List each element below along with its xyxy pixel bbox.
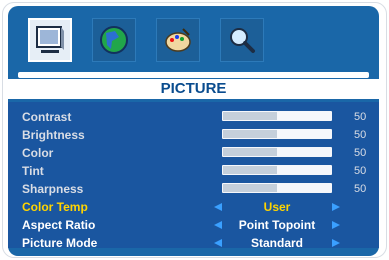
arrow-left-icon[interactable]: [214, 239, 222, 247]
slider-fill: [223, 130, 277, 138]
tab-picture[interactable]: [28, 18, 72, 62]
setting-value: 50: [354, 165, 367, 177]
osd-panel: PICTURE Contrast 50 Brightness 50 Color …: [8, 6, 379, 256]
color-temp-selector[interactable]: User: [214, 198, 340, 216]
globe-icon: [100, 26, 128, 54]
slider-fill: [223, 148, 277, 156]
arrow-left-icon[interactable]: [214, 221, 222, 229]
slider-fill: [223, 184, 277, 192]
setting-value: 50: [354, 129, 367, 141]
setting-label: Picture Mode: [22, 236, 98, 250]
sharpness-slider[interactable]: [222, 183, 332, 193]
setting-row-picture-mode[interactable]: Picture Mode Standard: [8, 234, 379, 252]
tab-search[interactable]: [220, 18, 264, 62]
tint-slider[interactable]: [222, 165, 332, 175]
slider-fill: [223, 112, 277, 120]
setting-value: 50: [354, 111, 367, 123]
setting-row-sharpness[interactable]: Sharpness 50: [8, 180, 379, 198]
setting-value: 50: [354, 147, 367, 159]
setting-label: Aspect Ratio: [22, 218, 96, 232]
arrow-right-icon[interactable]: [332, 221, 340, 229]
setting-row-color[interactable]: Color 50: [8, 144, 379, 162]
setting-label: Contrast: [22, 110, 72, 124]
aspect-ratio-selector[interactable]: Point Topoint: [214, 216, 340, 234]
option-value: User: [263, 200, 291, 214]
tab-setup[interactable]: [92, 18, 136, 62]
setting-row-brightness[interactable]: Brightness 50: [8, 126, 379, 144]
setting-row-aspect-ratio[interactable]: Aspect Ratio Point Topoint: [8, 216, 379, 234]
setting-label: Tint: [22, 164, 44, 178]
menu-tabs: [28, 6, 264, 72]
tab-function[interactable]: [156, 18, 200, 62]
monitor-icon: [36, 26, 64, 53]
setting-label: Brightness: [22, 128, 85, 142]
setting-row-contrast[interactable]: Contrast 50: [8, 108, 379, 126]
magnifier-icon: [230, 28, 255, 53]
page-title: PICTURE: [8, 79, 379, 99]
arrow-right-icon[interactable]: [332, 203, 340, 211]
arrow-left-icon[interactable]: [214, 203, 222, 211]
tab-divider: [18, 72, 369, 78]
picture-mode-selector[interactable]: Standard: [214, 234, 340, 252]
option-value: Point Topoint: [238, 218, 316, 232]
option-value: Standard: [250, 236, 303, 250]
arrow-right-icon[interactable]: [332, 239, 340, 247]
setting-label: Color Temp: [22, 200, 88, 214]
palette-icon: [165, 28, 191, 52]
contrast-slider[interactable]: [222, 111, 332, 121]
setting-value: 50: [354, 183, 367, 195]
setting-row-color-temp[interactable]: Color Temp User: [8, 198, 379, 216]
setting-row-tint[interactable]: Tint 50: [8, 162, 379, 180]
color-slider[interactable]: [222, 147, 332, 157]
setting-label: Sharpness: [22, 182, 84, 196]
setting-label: Color: [22, 146, 54, 160]
settings-list: Contrast 50 Brightness 50 Color 50 Tint …: [8, 102, 379, 250]
slider-fill: [223, 166, 277, 174]
brightness-slider[interactable]: [222, 129, 332, 139]
